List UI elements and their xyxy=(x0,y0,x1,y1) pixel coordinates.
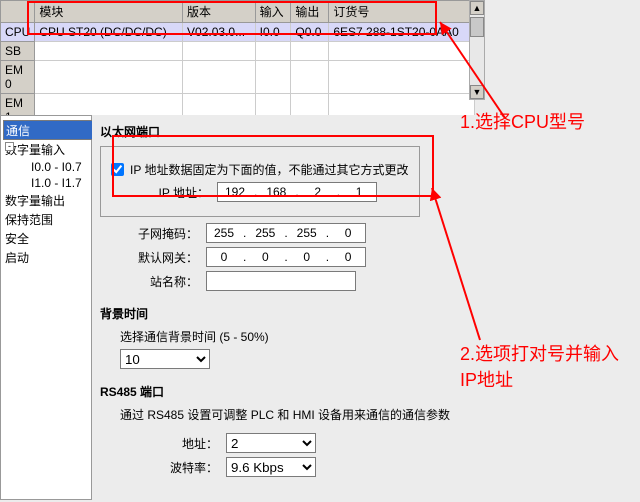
scroll-up-icon[interactable]: ▲ xyxy=(470,1,484,15)
mask-seg-4[interactable] xyxy=(331,226,365,240)
mask-seg-3[interactable] xyxy=(290,226,324,240)
collapse-icon[interactable]: - xyxy=(5,142,14,151)
mask-seg-1[interactable] xyxy=(207,226,241,240)
row-label-cpu: CPU xyxy=(1,23,35,42)
station-label: 站名称： xyxy=(100,273,206,290)
tree-dout[interactable]: 数字量输出 xyxy=(3,191,89,210)
gw-seg-1[interactable] xyxy=(207,250,241,264)
ethernet-title: 以太网端口 xyxy=(100,123,632,140)
mask-label: 子网掩码： xyxy=(100,225,206,242)
rs485-baud-label: 波特率： xyxy=(120,459,226,476)
station-name-input[interactable] xyxy=(206,271,356,291)
scroll-thumb[interactable] xyxy=(470,17,484,37)
table-header-row: 模块 版本 输入 输出 订货号 xyxy=(1,1,475,23)
gw-seg-3[interactable] xyxy=(290,250,324,264)
fix-ip-checkbox[interactable] xyxy=(111,163,124,176)
tree-startup[interactable]: 启动 xyxy=(3,248,89,267)
col-version: 版本 xyxy=(183,1,256,23)
tree-din-range1[interactable]: I0.0 - I0.7 xyxy=(3,159,89,175)
bg-time-title: 背景时间 xyxy=(100,305,632,322)
fix-ip-label: IP 地址数据固定为下面的值，不能通过其它方式更改 xyxy=(130,161,408,178)
ip-label: IP 地址： xyxy=(111,184,217,201)
cell-version[interactable]: V02.03.0... xyxy=(183,23,256,42)
gw-seg-2[interactable] xyxy=(248,250,282,264)
scroll-down-icon[interactable]: ▼ xyxy=(470,85,484,99)
table-row[interactable]: SB xyxy=(1,42,475,61)
col-output: 输出 xyxy=(291,1,329,23)
cell-output[interactable]: Q0.0 xyxy=(291,23,329,42)
cell-input[interactable]: I0.0 xyxy=(255,23,291,42)
mask-seg-2[interactable] xyxy=(248,226,282,240)
rs485-baud-select[interactable]: 9.6 Kbps xyxy=(226,457,316,477)
ip-seg-4[interactable] xyxy=(342,185,376,199)
tree-din[interactable]: -数字量输入 xyxy=(3,140,89,159)
gateway-label: 默认网关： xyxy=(100,249,206,266)
table-row[interactable]: EM 0 xyxy=(1,61,475,94)
config-panel: 以太网端口 IP 地址数据固定为下面的值，不能通过其它方式更改 IP 地址： .… xyxy=(92,115,640,502)
col-input: 输入 xyxy=(255,1,291,23)
rs485-title: RS485 端口 xyxy=(100,383,632,400)
tree-security[interactable]: 安全 xyxy=(3,229,89,248)
ip-seg-1[interactable] xyxy=(218,185,252,199)
vertical-scrollbar[interactable]: ▲ ▼ xyxy=(469,0,485,100)
ethernet-group: IP 地址数据固定为下面的值，不能通过其它方式更改 IP 地址： . . . xyxy=(100,146,420,217)
subnet-mask-field[interactable]: . . . xyxy=(206,223,366,243)
col-module: 模块 xyxy=(35,1,183,23)
tree-comm[interactable]: 通信 xyxy=(3,120,93,140)
rs485-addr-label: 地址： xyxy=(120,435,226,452)
rs485-desc: 通过 RS485 设置可调整 PLC 和 HMI 设备用来通信的通信参数 xyxy=(120,406,632,423)
cell-module[interactable]: CPU ST20 (DC/DC/DC) xyxy=(35,23,183,42)
rs485-addr-select[interactable]: 2 xyxy=(226,433,316,453)
ip-seg-3[interactable] xyxy=(301,185,335,199)
bg-time-label: 选择通信背景时间 (5 - 50%) xyxy=(120,328,632,345)
table-row[interactable]: CPU CPU ST20 (DC/DC/DC) V02.03.0... I0.0… xyxy=(1,23,475,42)
col-order: 订货号 xyxy=(329,1,475,23)
nav-tree: 通信 -数字量输入 I0.0 - I0.7 I1.0 - I1.7 数字量输出 … xyxy=(0,115,92,500)
gateway-field[interactable]: . . . xyxy=(206,247,366,267)
gw-seg-4[interactable] xyxy=(331,250,365,264)
bg-time-select[interactable]: 10 xyxy=(120,349,210,369)
tree-retain[interactable]: 保持范围 xyxy=(3,210,89,229)
cell-order[interactable]: 6ES7 288-1ST20-0AA0 xyxy=(329,23,475,42)
ip-seg-2[interactable] xyxy=(259,185,293,199)
tree-din-range2[interactable]: I1.0 - I1.7 xyxy=(3,175,89,191)
ip-address-field[interactable]: . . . xyxy=(217,182,377,202)
